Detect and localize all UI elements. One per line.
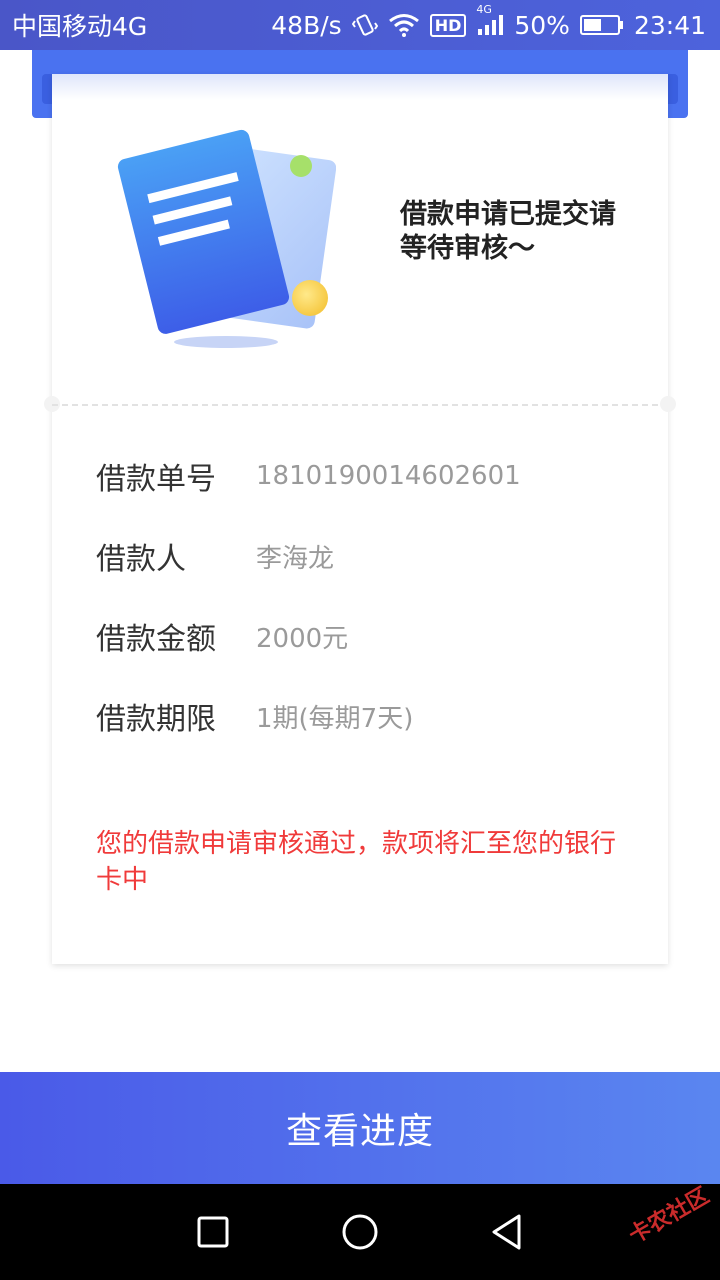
row-label: 借款期限: [96, 702, 216, 737]
view-progress-label: 查看进度: [285, 1111, 434, 1152]
ticket-notch-right: [660, 396, 676, 412]
row-loan-number: 借款单号 1810190014602601: [96, 454, 521, 498]
network-speed: 48B/s: [271, 10, 342, 40]
row-label: 借款单号: [96, 462, 216, 497]
application-card: 借款申请已提交请等待审核～ 借款单号 1810190014602601 借款人 …: [44, 74, 676, 964]
status-bar: 中国移动4G 48B/s HD 4G 50% 23:41: [0, 0, 720, 50]
row-value: 1期(每期7天): [256, 703, 414, 734]
row-term: 借款期限 1期(每期7天): [96, 694, 413, 738]
vibrate-icon: [351, 12, 378, 38]
row-amount: 借款金额 2000元: [96, 614, 348, 658]
row-label: 借款人: [96, 542, 186, 577]
signal-label: 4G: [476, 3, 492, 16]
row-value: 李海龙: [256, 543, 335, 574]
status-headline: 借款申请已提交请等待审核～: [400, 199, 616, 264]
system-nav-bar: [0, 1184, 720, 1280]
dashed-divider: [52, 404, 668, 406]
row-borrower: 借款人 李海龙: [96, 534, 334, 578]
battery-percent: 50%: [514, 10, 570, 40]
clock: 23:41: [633, 10, 706, 40]
card-top-shade: [52, 74, 668, 100]
square-nav-icon[interactable]: [183, 1202, 243, 1262]
approval-notice: 您的借款申请审核通过，款项将汇至您的银行卡中: [96, 829, 617, 895]
row-label: 借款金额: [96, 622, 216, 657]
row-value: 1810190014602601: [256, 461, 521, 491]
document-icon: [116, 112, 337, 352]
hd-badge: HD: [429, 13, 467, 37]
carrier-label: 中国移动4G: [12, 12, 148, 41]
battery-icon: [579, 14, 624, 36]
circle-nav-icon[interactable]: [330, 1202, 390, 1262]
signal-icon: 4G: [476, 3, 504, 37]
view-progress-button[interactable]: 查看进度: [0, 1072, 720, 1184]
hd-label: HD: [429, 13, 467, 37]
row-value: 2000元: [256, 623, 349, 654]
triangle-back-icon[interactable]: [477, 1202, 537, 1262]
status-indicators: 48B/s HD 4G 50% 23:41: [271, 3, 706, 40]
wifi-icon: [388, 12, 420, 38]
